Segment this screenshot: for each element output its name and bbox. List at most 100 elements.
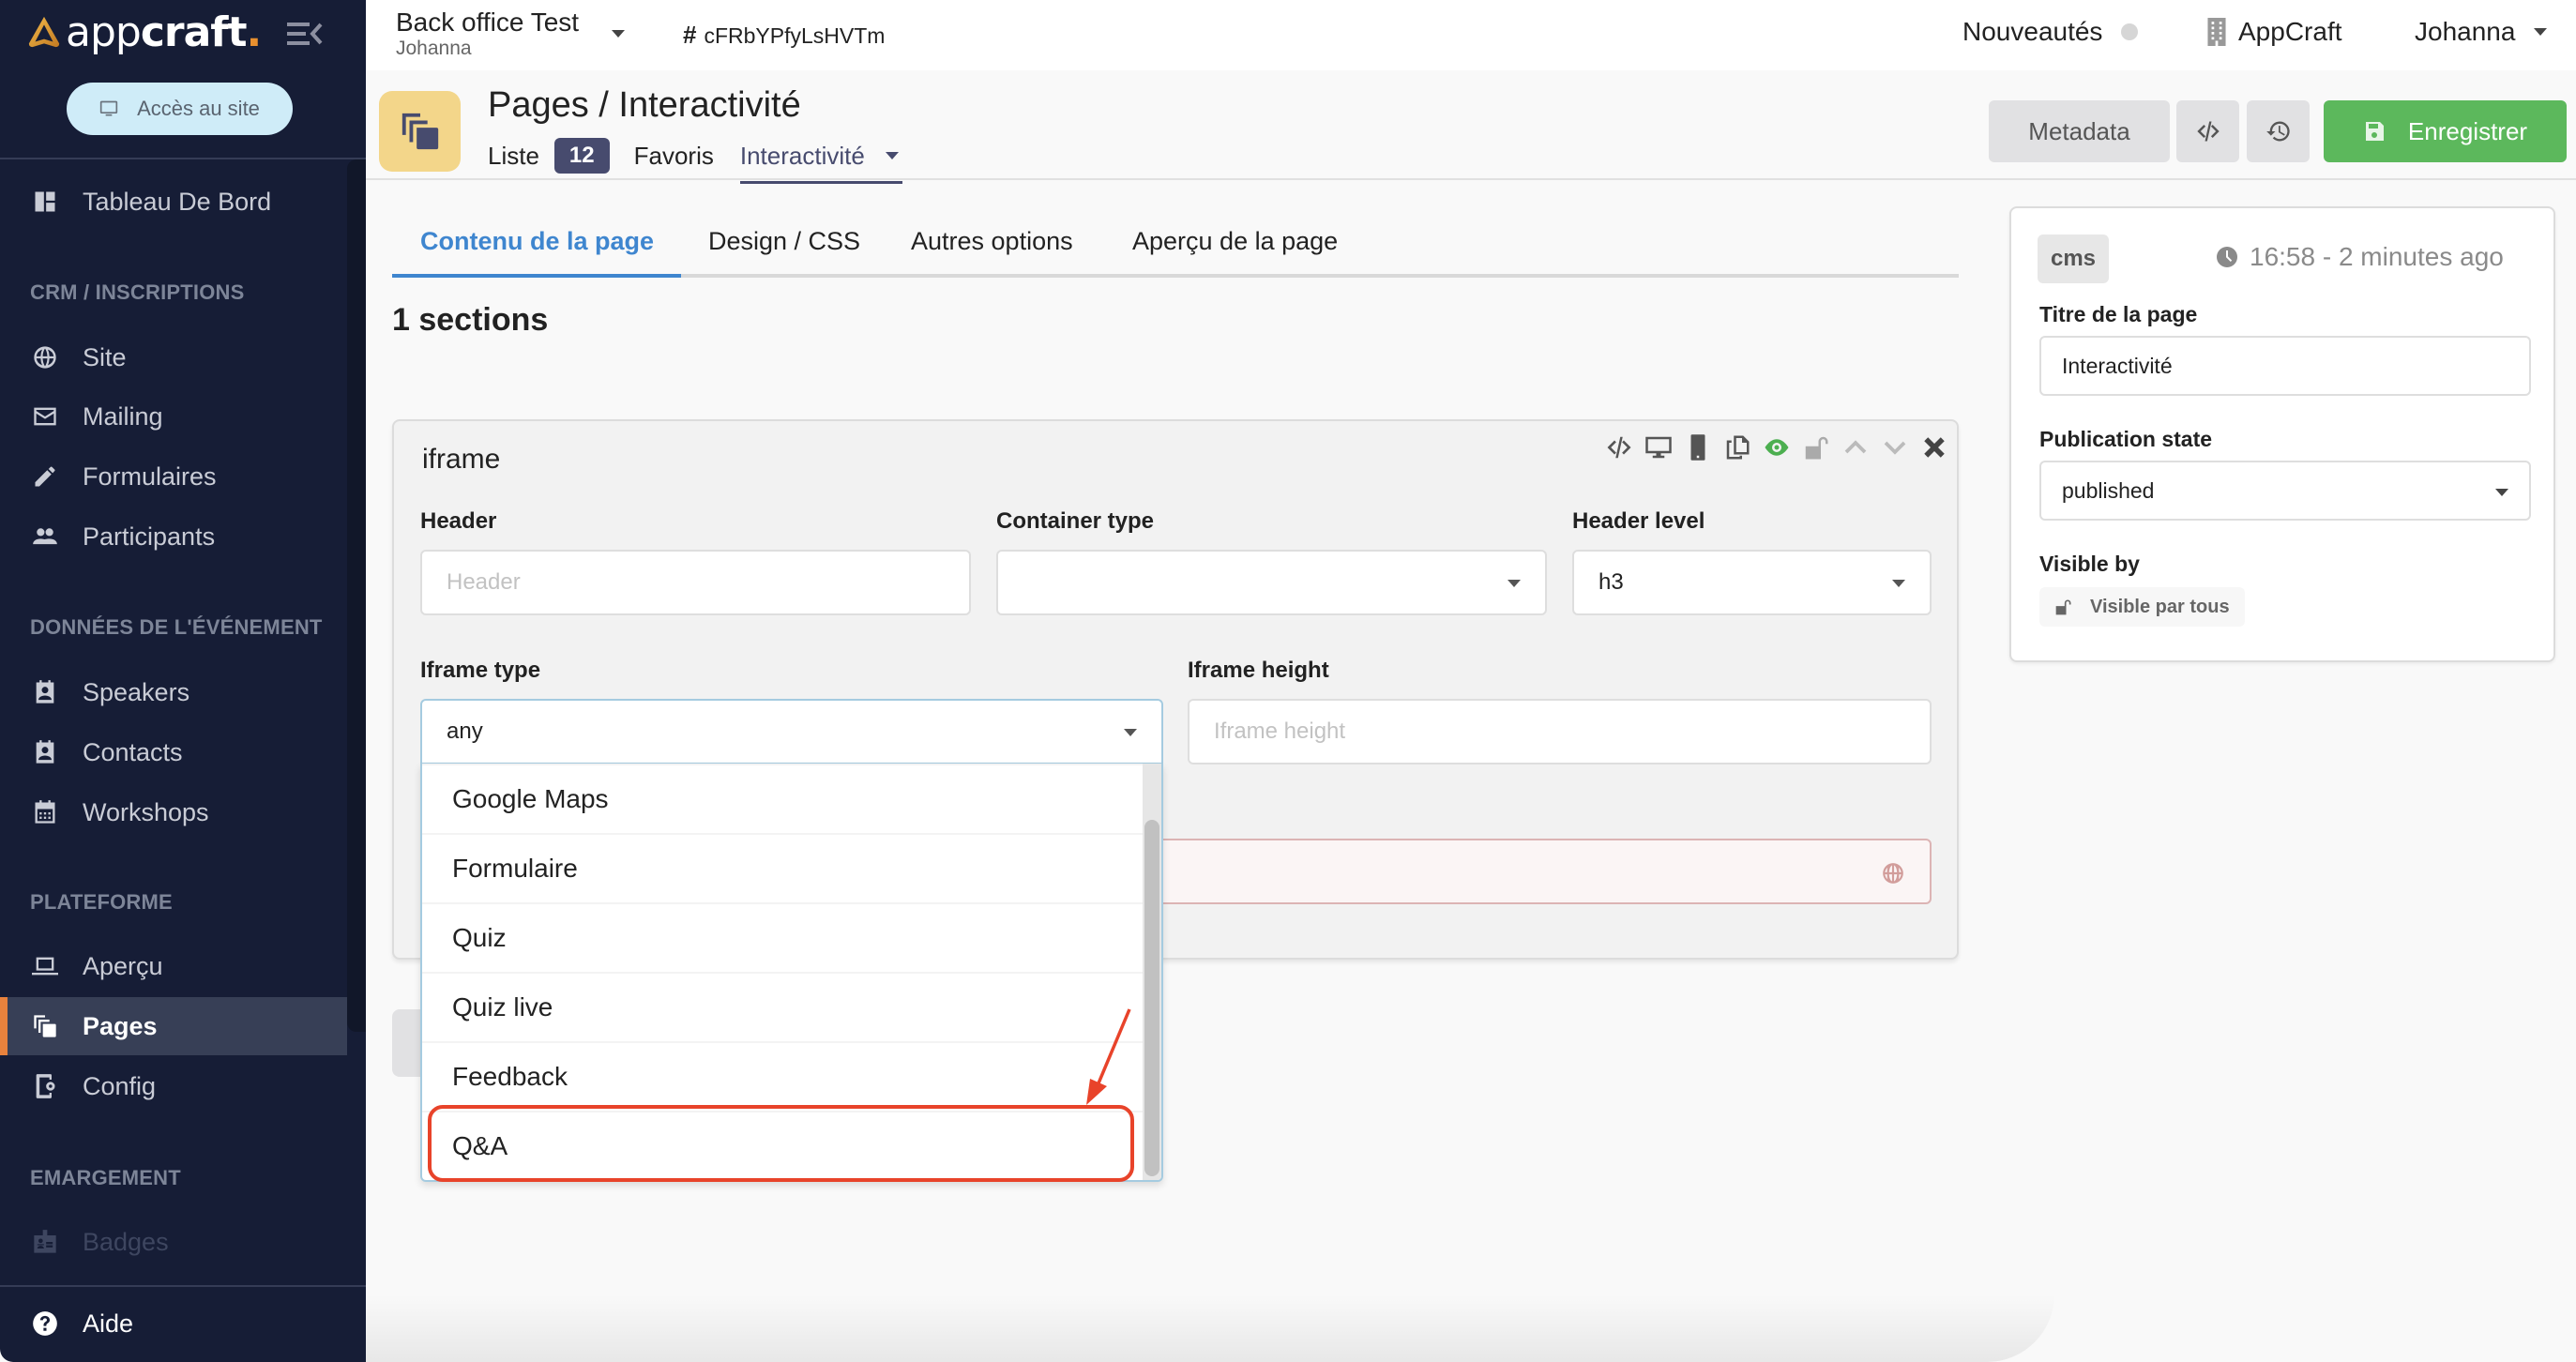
sidebar-item-label: Workshops	[83, 797, 209, 826]
sidebar-item-speakers[interactable]: Speakers	[0, 663, 347, 721]
org-link[interactable]: AppCraft	[2206, 17, 2342, 47]
device-settings-icon	[32, 1073, 58, 1099]
site-access-label: Accès au site	[137, 97, 260, 120]
active-tab-indicator	[392, 274, 681, 278]
logo-text-bold: craft	[140, 8, 248, 56]
sidebar-scrollbar[interactable]	[347, 159, 366, 1032]
sidebar-item-label: Contacts	[83, 737, 183, 766]
pages-icon	[379, 91, 461, 172]
sidebar-section-event-data: DONNÉES DE L'ÉVÉNEMENT	[30, 615, 323, 639]
iframe-height-input[interactable]: Iframe height	[1188, 699, 1932, 764]
appcraft-logo[interactable]: appcraft.	[26, 8, 262, 56]
section-title: iframe	[422, 444, 501, 475]
dropdown-scrollbar-thumb[interactable]	[1144, 820, 1159, 1176]
dropdown-option-quiz[interactable]: Quiz	[422, 902, 1146, 972]
sidebar-item-formulaires[interactable]: Formulaires	[0, 447, 347, 506]
site-access-button[interactable]: Accès au site	[67, 83, 293, 135]
sidebar-item-config[interactable]: Config	[0, 1057, 347, 1115]
building-icon	[2207, 18, 2226, 46]
mail-icon	[32, 403, 58, 430]
publication-state-select[interactable]: published	[2039, 461, 2531, 521]
sidebar-item-participants[interactable]: Participants	[0, 507, 347, 566]
unlock-icon[interactable]	[1801, 433, 1831, 462]
sidebar-item-contacts[interactable]: Contacts	[0, 723, 347, 781]
sidebar-item-label: Aperçu	[83, 951, 163, 980]
page-title-input[interactable]: Interactivité	[2039, 336, 2531, 396]
save-button[interactable]: Enregistrer	[2324, 100, 2567, 162]
news-label: Nouveautés	[1962, 17, 2103, 46]
tab-page-content[interactable]: Contenu de la page	[420, 227, 654, 256]
chevron-down-icon[interactable]	[1880, 433, 1910, 462]
sidebar-item-dashboard[interactable]: Tableau De Bord	[0, 173, 347, 231]
publication-state-label: Publication state	[2039, 427, 2213, 451]
logo-dot: .	[246, 8, 263, 56]
header-label: Header	[420, 508, 497, 534]
dropdown-option-feedback[interactable]: Feedback	[422, 1041, 1146, 1111]
news-link[interactable]: Nouveautés	[1962, 17, 2139, 47]
nav-favorites-link[interactable]: Favoris	[634, 142, 714, 171]
tab-page-preview[interactable]: Aperçu de la page	[1132, 227, 1338, 256]
collapse-sidebar-icon[interactable]	[287, 21, 323, 47]
mobile-icon[interactable]	[1683, 433, 1713, 462]
eye-icon[interactable]	[1762, 433, 1792, 462]
user-menu[interactable]: Johanna	[2415, 17, 2548, 47]
org-label: AppCraft	[2238, 17, 2342, 46]
tab-design-css[interactable]: Design / CSS	[708, 227, 860, 256]
monitor-icon	[99, 100, 118, 116]
dropdown-option-formulaire[interactable]: Formulaire	[422, 833, 1146, 902]
sidebar-item-mailing[interactable]: Mailing	[0, 387, 347, 446]
page-title-value: Interactivité	[2062, 353, 2173, 378]
tab-other-options[interactable]: Autres options	[911, 227, 1073, 256]
sidebar-item-label: Speakers	[83, 677, 190, 706]
visibility-chip[interactable]: Visible par tous	[2039, 587, 2245, 627]
sidebar-item-help[interactable]: Aide	[0, 1294, 347, 1353]
header-level-select[interactable]: h3	[1572, 550, 1932, 615]
globe-icon	[1883, 863, 1903, 884]
chevron-down-icon	[1892, 580, 1905, 587]
sidebar-item-workshops[interactable]: Workshops	[0, 783, 347, 841]
nav-current-page[interactable]: Interactivité	[739, 142, 902, 184]
visibility-value: Visible par tous	[2090, 596, 2230, 617]
copy-icon[interactable]	[1722, 433, 1752, 462]
sidebar-item-apercu[interactable]: Aperçu	[0, 937, 347, 995]
code-icon	[2196, 121, 2220, 142]
annotation-arrow-icon	[1086, 1008, 1131, 1105]
sidebar-item-label: Mailing	[83, 401, 163, 431]
sidebar-item-badges[interactable]: Badges	[0, 1213, 347, 1271]
qa-highlight-annotation	[428, 1105, 1134, 1182]
metadata-button[interactable]: Metadata	[1989, 100, 2170, 162]
chevron-down-icon	[2495, 489, 2508, 496]
sidebar-item-label: Formulaires	[83, 462, 217, 491]
chevron-down-icon	[1508, 580, 1521, 587]
code-button[interactable]	[2176, 100, 2239, 162]
dropdown-scrollbar[interactable]	[1143, 764, 1161, 1180]
chevron-up-icon[interactable]	[1841, 433, 1871, 462]
chevron-down-icon	[1124, 729, 1137, 736]
project-name[interactable]: Back office Test	[396, 8, 579, 38]
project-id[interactable]: # cFRbYPfyLsHVTm	[683, 21, 885, 50]
logo-text-light: app	[66, 8, 142, 56]
close-icon[interactable]	[1919, 433, 1949, 462]
contact-card-icon	[32, 739, 58, 765]
sidebar-item-label: Site	[83, 342, 127, 371]
save-label: Enregistrer	[2407, 116, 2528, 145]
iframe-type-select[interactable]: any	[420, 699, 1163, 764]
sidebar-item-site[interactable]: Site	[0, 328, 347, 386]
dropdown-option-quiz-live[interactable]: Quiz live	[422, 972, 1146, 1041]
history-button[interactable]	[2247, 100, 2310, 162]
project-dropdown-caret-icon[interactable]	[612, 30, 625, 38]
nav-list-link[interactable]: Liste	[488, 142, 539, 171]
metadata-label: Metadata	[2028, 116, 2130, 145]
bottom-shadow	[366, 1294, 2054, 1362]
desktop-icon[interactable]	[1644, 433, 1674, 462]
header-input[interactable]: Header	[420, 550, 971, 615]
sidebar-item-label: Pages	[83, 1011, 158, 1040]
sidebar-item-pages[interactable]: Pages	[0, 997, 347, 1055]
dropdown-option-google-maps[interactable]: Google Maps	[422, 764, 1146, 833]
container-type-select[interactable]	[996, 550, 1547, 615]
code-icon[interactable]	[1604, 433, 1634, 462]
chevron-down-icon	[2534, 28, 2548, 36]
help-icon	[32, 1310, 58, 1337]
sidebar-section-platform: PLATEFORME	[30, 890, 173, 914]
sidebar-item-label: Participants	[83, 522, 216, 551]
